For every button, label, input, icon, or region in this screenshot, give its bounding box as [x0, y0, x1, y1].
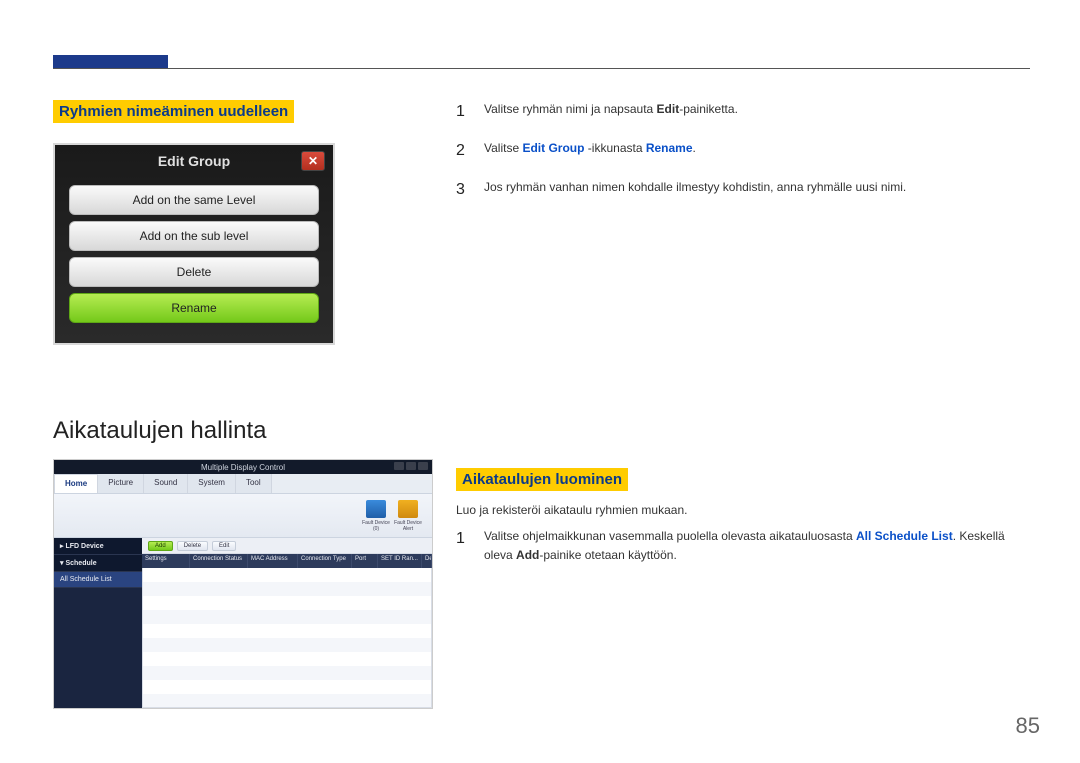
fault-alert-icon[interactable]: Fault Device Alert	[394, 500, 422, 532]
app-screenshot: Multiple Display Control Home Picture So…	[53, 459, 433, 709]
minimize-icon[interactable]	[394, 462, 404, 470]
app-titlebar: Multiple Display Control	[54, 460, 432, 474]
step-2-post: .	[693, 141, 696, 155]
col-settings[interactable]: Settings	[142, 554, 190, 568]
fault-alert-label: Fault Device Alert	[394, 520, 422, 532]
sidebar-lfd-label: LFD Device	[65, 543, 103, 550]
edit-schedule-button[interactable]: Edit	[212, 541, 236, 551]
col-port[interactable]: Port	[352, 554, 378, 568]
add-button[interactable]: Add	[148, 541, 173, 551]
dialog-title: Edit Group ✕	[55, 145, 333, 179]
col-detected[interactable]: Detected Devices	[422, 554, 432, 568]
page-number: 85	[1016, 713, 1040, 739]
tab-tool[interactable]: Tool	[236, 474, 272, 493]
app-sidebar: ▸ LFD Device ▾ Schedule All Schedule Lis…	[54, 538, 142, 708]
kw-rename: Rename	[646, 141, 693, 155]
grid-body	[142, 568, 432, 708]
app-title: Multiple Display Control	[201, 463, 285, 472]
step-num-2: 2	[456, 139, 470, 164]
col-connection-status[interactable]: Connection Status	[190, 554, 248, 568]
maximize-icon[interactable]	[406, 462, 416, 470]
accent-bar	[53, 55, 168, 68]
tab-sound[interactable]: Sound	[144, 474, 188, 493]
step-2-mid: -ikkunasta	[584, 141, 645, 155]
col-connection-type[interactable]: Connection Type	[298, 554, 352, 568]
rename-steps: 1 Valitse ryhmän nimi ja napsauta Edit-p…	[456, 100, 1030, 202]
sidebar-header-lfd[interactable]: ▸ LFD Device	[54, 538, 142, 555]
top-rule	[53, 68, 1030, 69]
create-schedule-desc: Luo ja rekisteröi aikataulu ryhmien muka…	[456, 503, 1030, 517]
close-icon[interactable]: ✕	[301, 151, 325, 171]
step-1: 1 Valitse ryhmän nimi ja napsauta Edit-p…	[456, 100, 1030, 125]
delete-button[interactable]: Delete	[69, 257, 319, 287]
rename-button[interactable]: Rename	[69, 293, 319, 323]
schedule-step-1: 1 Valitse ohjelmaikkunan vasemmalla puol…	[456, 527, 1030, 564]
edit-group-dialog: Edit Group ✕ Add on the same Level Add o…	[53, 143, 335, 345]
step-num-3: 3	[456, 178, 470, 203]
grid-header: Settings Connection Status MAC Address C…	[142, 554, 432, 568]
fault-device-label: Fault Device (0)	[362, 520, 390, 532]
close-window-icon[interactable]	[418, 462, 428, 470]
app-toolbar: Fault Device (0) Fault Device Alert	[54, 494, 432, 538]
crud-toolbar: Add Delete Edit	[142, 538, 432, 554]
step-1-post: -painiketta.	[679, 102, 738, 116]
add-same-level-button[interactable]: Add on the same Level	[69, 185, 319, 215]
kw-edit: Edit	[657, 102, 680, 116]
add-sub-level-button[interactable]: Add on the sub level	[69, 221, 319, 251]
step-3: 3 Jos ryhmän vanhan nimen kohdalle ilmes…	[456, 178, 1030, 203]
tab-picture[interactable]: Picture	[98, 474, 144, 493]
fault-device-icon[interactable]: Fault Device (0)	[362, 500, 390, 532]
subheading-rename-groups: Ryhmien nimeäminen uudelleen	[53, 100, 294, 123]
col-mac[interactable]: MAC Address	[248, 554, 298, 568]
step-3-text: Jos ryhmän vanhan nimen kohdalle ilmesty…	[484, 178, 906, 203]
step-1-text: Valitse ryhmän nimi ja napsauta Edit-pai…	[484, 100, 738, 125]
schedule-step-1-text: Valitse ohjelmaikkunan vasemmalla puolel…	[484, 527, 1030, 564]
schedule-step-1-post: -painike otetaan käyttöön.	[539, 548, 676, 562]
sidebar-header-schedule[interactable]: ▾ Schedule	[54, 555, 142, 572]
subheading-create-schedule: Aikataulujen luominen	[456, 468, 628, 491]
step-1-pre: Valitse ryhmän nimi ja napsauta	[484, 102, 657, 116]
kw-add: Add	[516, 548, 539, 562]
step-2-pre: Valitse	[484, 141, 522, 155]
app-tabs: Home Picture Sound System Tool	[54, 474, 432, 494]
step-2-text: Valitse Edit Group -ikkunasta Rename.	[484, 139, 696, 164]
schedule-step-1-pre: Valitse ohjelmaikkunan vasemmalla puolel…	[484, 529, 856, 543]
dialog-title-text: Edit Group	[158, 153, 230, 169]
tab-home[interactable]: Home	[54, 474, 98, 493]
col-set-id[interactable]: SET ID Ran...	[378, 554, 422, 568]
heading-schedule-management: Aikataulujen hallinta	[53, 417, 443, 445]
sidebar-schedule-label: Schedule	[65, 560, 96, 567]
step-2: 2 Valitse Edit Group -ikkunasta Rename.	[456, 139, 1030, 164]
sidebar-item-all-schedule[interactable]: All Schedule List	[54, 572, 142, 588]
step-num-1: 1	[456, 100, 470, 125]
schedule-step-num-1: 1	[456, 527, 470, 564]
delete-schedule-button[interactable]: Delete	[177, 541, 208, 551]
kw-all-schedule-list: All Schedule List	[856, 529, 953, 543]
tab-system[interactable]: System	[188, 474, 236, 493]
kw-edit-group: Edit Group	[522, 141, 584, 155]
